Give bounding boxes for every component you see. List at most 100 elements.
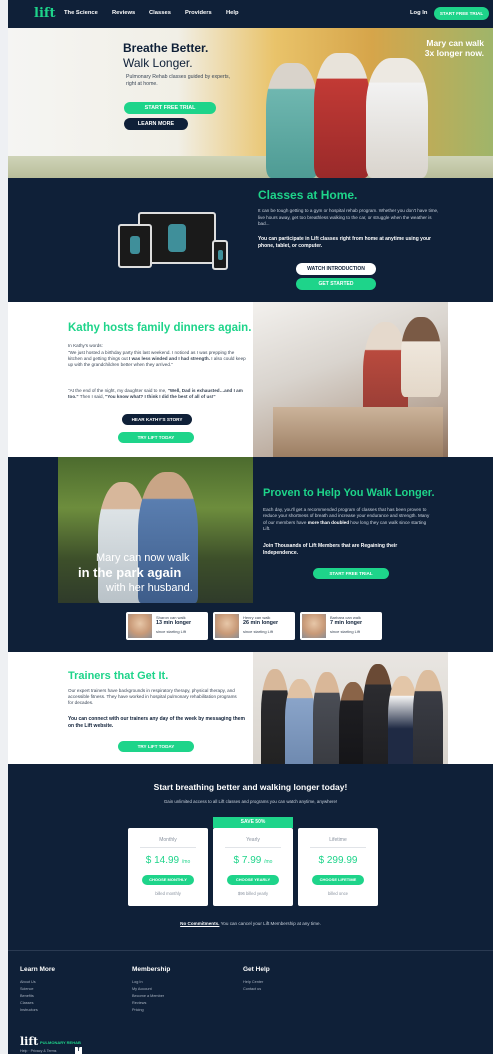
- hero-quote: Mary can walk 3x longer now.: [408, 38, 484, 58]
- kathy-try-lift-button[interactable]: TRY LIFT TODAY: [118, 432, 194, 443]
- kathy-quote-1-b: I was less winded and I had strength.: [129, 356, 210, 361]
- kathy-title: Kathy hosts family dinners again.: [68, 322, 252, 334]
- footer-get-help: Get Help Help Center Contact us: [243, 966, 270, 993]
- proven-title: Proven to Help You Walk Longer.: [263, 487, 435, 499]
- hero-person-right: [366, 58, 428, 178]
- plan-card-yearly: Yearly $ 7.99 /mo CHOOSE YEARLY $96 bill…: [213, 828, 293, 906]
- kathy-quote-2: "At the end of the night, my daughter sa…: [68, 388, 248, 400]
- trainers-section: Trainers that Get It. Our expert trainer…: [8, 652, 493, 764]
- footer-link-instructors[interactable]: Instructors: [20, 1007, 55, 1014]
- save-badge: SAVE 50%: [213, 817, 293, 828]
- footer-link-login[interactable]: Log In: [132, 979, 170, 986]
- nav-help[interactable]: Help: [226, 10, 239, 16]
- tablet-device-image: [118, 224, 152, 268]
- proven-section: Mary can now walk in the park again with…: [8, 457, 493, 652]
- pricing-title: Start breathing better and walking longe…: [153, 782, 348, 792]
- kathy-quote-2-d: "You know what? I think I did the best o…: [105, 394, 216, 399]
- footer-link-account[interactable]: My Account: [132, 986, 170, 993]
- stat-note: since starting Lift: [156, 629, 187, 634]
- site-footer: Learn More About Us Science Benefits Cla…: [8, 950, 493, 1054]
- footer-link-benefits[interactable]: Benefits: [20, 993, 55, 1000]
- hero-person-left: [266, 63, 318, 178]
- nav-reviews[interactable]: Reviews: [112, 10, 135, 16]
- footer-link-contact[interactable]: Contact us: [243, 986, 270, 993]
- footer-link-become-member[interactable]: Become a Member: [132, 993, 170, 1000]
- facebook-icon[interactable]: f: [75, 1047, 82, 1054]
- hero-subtitle: Pulmonary Rehab classes guided by expert…: [126, 74, 231, 87]
- trainers-title: Trainers that Get It.: [68, 670, 169, 682]
- footer-link-about[interactable]: About Us: [20, 979, 55, 986]
- plan-card-monthly: Monthly $ 14.99 /mo CHOOSE MONTHLY bille…: [128, 828, 208, 906]
- hero-learn-more-button[interactable]: LEARN MORE: [124, 118, 188, 130]
- nav-providers[interactable]: Providers: [185, 10, 212, 16]
- kathy-testimonial-section: Kathy hosts family dinners again. In Kat…: [8, 302, 493, 457]
- trainers-emphasis: You can connect with our trainers any da…: [68, 716, 245, 729]
- trainers-group-photo: [253, 652, 448, 764]
- get-started-button[interactable]: GET STARTED: [296, 278, 376, 290]
- footer-link-help-center[interactable]: Help Center: [243, 979, 270, 986]
- mary-caption-line2: in the park again: [78, 565, 182, 580]
- choose-lifetime-button[interactable]: CHOOSE LIFETIME: [312, 875, 364, 885]
- footer-link-classes[interactable]: Classes: [20, 1000, 55, 1007]
- stat-note: since starting Lift: [243, 629, 274, 634]
- choose-monthly-button[interactable]: CHOOSE MONTHLY: [142, 875, 194, 885]
- nav-the-science[interactable]: The Science: [64, 10, 98, 16]
- hero-start-trial-button[interactable]: START FREE TRIAL: [124, 102, 216, 114]
- plan-price-unit: /mo: [181, 859, 191, 865]
- mary-caption-line3: with her husband.: [106, 582, 193, 594]
- landing-page: lift The Science Reviews Classes Provide…: [8, 0, 493, 1054]
- plan-price: $ 14.99 /mo: [128, 855, 208, 866]
- nav-start-trial-button[interactable]: START FREE TRIAL: [434, 7, 489, 20]
- proven-emphasis: Join Thousands of Lift Members that are …: [263, 543, 398, 556]
- hear-kathys-story-button[interactable]: HEAR KATHY'S STORY: [122, 414, 192, 425]
- footer-logo[interactable]: lift: [20, 1035, 38, 1048]
- footer-link-science[interactable]: Science: [20, 986, 55, 993]
- footer-heading: Learn More: [20, 966, 56, 973]
- watch-introduction-button[interactable]: WATCH INTRODUCTION: [296, 263, 376, 275]
- footer-heading: Membership: [132, 966, 171, 973]
- pricing-footnote-rest: You can cancel your Lift Membership at a…: [219, 921, 321, 926]
- footer-link-pricing[interactable]: Pricing: [132, 1007, 170, 1014]
- nav-classes[interactable]: Classes: [149, 10, 171, 16]
- proven-paragraph: Each day, you'll get a recommended progr…: [263, 507, 433, 532]
- footer-logo-subtitle: PULMONARY REHAB: [40, 1040, 81, 1045]
- trainers-try-lift-button[interactable]: TRY LIFT TODAY: [118, 741, 194, 752]
- hero-person-center: [314, 53, 370, 178]
- classes-at-home-title: Classes at Home.: [258, 188, 358, 202]
- hero-quote-line2: 3x longer now.: [424, 48, 484, 58]
- pricing-footnote: No Commitments. You can cancel your Lift…: [8, 921, 493, 926]
- stat-note: since starting Lift: [330, 629, 361, 634]
- nav-login[interactable]: Log In: [410, 10, 427, 16]
- plan-name: Monthly: [159, 837, 177, 843]
- footer-legal-links[interactable]: Help · Privacy & Terms: [20, 1049, 56, 1053]
- plan-note: billed monthly: [155, 891, 181, 896]
- proven-paragraph-b: more than doubled: [307, 519, 350, 525]
- plan-note: billed once: [327, 891, 349, 896]
- kathy-quote-2-a: "At the end of the night, my daughter sa…: [68, 388, 168, 393]
- classes-at-home-paragraph: It can be tough getting to a gym or hosp…: [258, 208, 439, 226]
- stat-card-barbara: Barbara can walk 7 min longer since star…: [300, 612, 382, 640]
- plan-price: $ 299.99: [298, 855, 378, 866]
- plan-price: $ 7.99 /mo: [213, 855, 293, 866]
- phone-device-image: [212, 240, 228, 270]
- kathy-kitchen-photo: [253, 302, 448, 457]
- hero-title-line1: Breathe Better.: [123, 41, 209, 55]
- stat-value: 7 min longer: [330, 620, 363, 626]
- proven-start-trial-button[interactable]: START FREE TRIAL: [313, 568, 389, 579]
- footer-membership: Membership Log In My Account Become a Me…: [132, 966, 170, 1014]
- plan-note: $96 billed yearly: [237, 891, 269, 896]
- mary-caption-line1: Mary can now walk: [96, 552, 190, 564]
- footer-link-reviews[interactable]: Reviews: [132, 1000, 170, 1007]
- classes-at-home-section: Classes at Home. It can be tough getting…: [8, 178, 493, 302]
- classes-at-home-emphasis: You can participate in Lift classes righ…: [258, 236, 431, 249]
- stat-value: 26 min longer: [243, 620, 279, 626]
- barbara-avatar: [302, 614, 326, 638]
- choose-yearly-button[interactable]: CHOOSE YEARLY: [227, 875, 279, 885]
- pricing-section: Start breathing better and walking longe…: [8, 764, 493, 950]
- lift-logo[interactable]: lift: [34, 6, 55, 21]
- kathy-intro: In Kathy's words:: [68, 343, 103, 348]
- kathy-quote-1: "We just hosted a birthday party this la…: [68, 350, 248, 368]
- plan-card-lifetime: Lifetime $ 299.99 CHOOSE LIFETIME billed…: [298, 828, 378, 906]
- hero-title: Breathe Better. Walk Longer.: [123, 41, 208, 71]
- no-commitments-link[interactable]: No Commitments.: [180, 921, 219, 926]
